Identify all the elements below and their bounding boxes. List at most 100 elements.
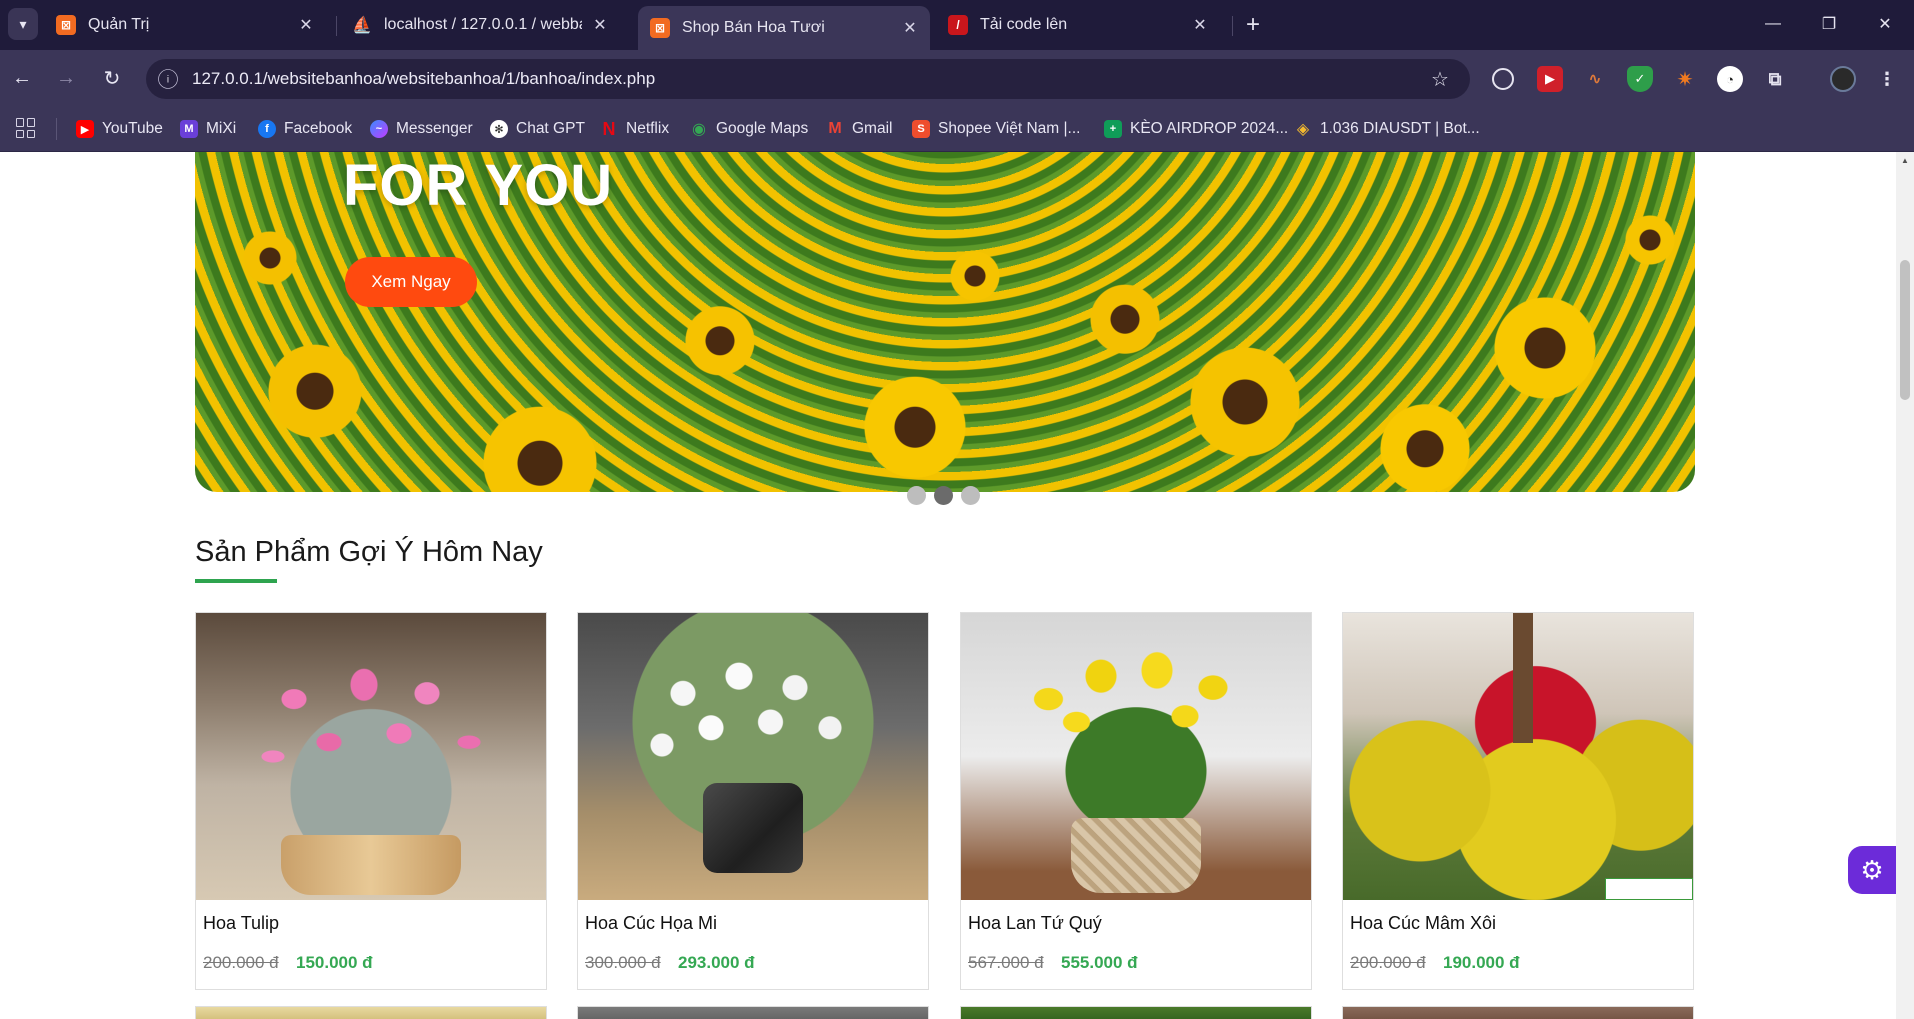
close-icon[interactable]: ✕: [1190, 15, 1210, 35]
product-image[interactable]: [1343, 613, 1693, 900]
product-image[interactable]: [578, 613, 928, 900]
tab-quan-tri[interactable]: ⊠ Quản Trị ✕: [44, 6, 326, 44]
tab-tai-code-len[interactable]: / Tải code lên ✕: [936, 6, 1220, 44]
xampp-icon: ⊠: [56, 15, 76, 35]
bookmark-airdrop-sheet[interactable]: + KÈO AIRDROP 2024...: [1104, 118, 1288, 140]
apps-grid-icon[interactable]: [16, 118, 36, 138]
product-card[interactable]: Hoa Lan Tứ Quý 567.000 đ 555.000 đ: [960, 612, 1312, 990]
scrollbar-thumb[interactable]: [1900, 260, 1910, 400]
page-icon: /: [948, 15, 968, 35]
bookmark-netflix[interactable]: N Netflix: [600, 118, 670, 140]
product-name[interactable]: Hoa Tulip: [203, 913, 279, 934]
tab-title: localhost / 127.0.0.1 / webbanh: [384, 16, 582, 33]
netflix-icon: N: [602, 118, 616, 139]
bookmark-label: Facebook: [284, 120, 353, 137]
tab-title: Shop Bán Hoa Tươi: [682, 19, 825, 36]
product-card-next-row[interactable]: [960, 1006, 1312, 1019]
facebook-icon: f: [258, 120, 276, 138]
product-price: 555.000 đ: [1061, 953, 1138, 972]
gmail-icon: M: [828, 120, 842, 137]
bookmark-google-maps[interactable]: ◉ Google Maps: [690, 118, 808, 140]
product-card-next-row[interactable]: [1342, 1006, 1694, 1019]
carousel-dot-3[interactable]: [961, 486, 980, 505]
restore-button[interactable]: ❐: [1801, 0, 1857, 48]
chatgpt-icon: ✻: [490, 120, 508, 138]
site-info-icon[interactable]: i: [158, 69, 178, 89]
tree-trunk: [1513, 613, 1533, 743]
profile-avatar[interactable]: [1830, 66, 1856, 92]
product-old-price: 567.000 đ: [968, 953, 1044, 972]
carousel-dot-2[interactable]: [934, 486, 953, 505]
close-window-button[interactable]: ✕: [1857, 0, 1913, 48]
product-card[interactable]: Hoa Cúc Mâm Xôi 200.000 đ 190.000 đ: [1342, 612, 1694, 990]
product-name[interactable]: Hoa Lan Tứ Quý: [968, 913, 1102, 934]
reload-button[interactable]: ↻: [98, 64, 126, 92]
product-old-price: 200.000 đ: [203, 953, 279, 972]
tab-title: Tải code lên: [980, 16, 1068, 33]
phpmyadmin-icon: ⛵: [352, 17, 372, 34]
product-card-next-row[interactable]: [195, 1006, 547, 1019]
product-image[interactable]: [961, 613, 1311, 900]
messenger-icon: ~: [370, 120, 388, 138]
product-card[interactable]: Hoa Tulip 200.000 đ 150.000 đ: [195, 612, 547, 990]
mixi-icon: M: [180, 120, 198, 138]
url-text[interactable]: 127.0.0.1/websitebanhoa/websitebanhoa/1/…: [192, 69, 1426, 89]
product-name[interactable]: Hoa Cúc Mâm Xôi: [1350, 913, 1496, 934]
forward-button[interactable]: →: [52, 64, 80, 92]
new-tab-button[interactable]: +: [1240, 11, 1266, 38]
bookmark-label: MiXi: [206, 120, 237, 137]
address-bar[interactable]: i 127.0.0.1/websitebanhoa/websitebanhoa/…: [146, 59, 1470, 99]
extension-chart-icon[interactable]: ◔: [1717, 66, 1743, 92]
extension-video-icon[interactable]: ▶: [1537, 66, 1563, 92]
extension-shield-icon[interactable]: ✓: [1627, 66, 1653, 92]
extension-spark-icon[interactable]: ✷: [1672, 66, 1698, 92]
close-icon[interactable]: ✕: [296, 15, 316, 35]
product-card-next-row[interactable]: [577, 1006, 929, 1019]
back-button[interactable]: ←: [8, 64, 36, 92]
carousel-dot-1[interactable]: [907, 486, 926, 505]
bookmarks-bar: ▶ YouTube M MiXi f Facebook ~ Messenger …: [0, 106, 1914, 152]
bookmark-binance-bot[interactable]: ◈ 1.036 DIAUSDT | Bot...: [1294, 118, 1480, 140]
menu-kebab-icon[interactable]: ⋮: [1874, 66, 1900, 92]
extension-clock-icon[interactable]: [1492, 68, 1514, 90]
bookmark-messenger[interactable]: ~ Messenger: [370, 118, 473, 140]
close-icon[interactable]: ✕: [590, 15, 610, 35]
tab-shop-ban-hoa-tuoi[interactable]: ⊠ Shop Bán Hoa Tươi ✕: [638, 6, 930, 50]
bookmark-label: 1.036 DIAUSDT | Bot...: [1320, 120, 1480, 137]
page-scrollbar[interactable]: ▲: [1896, 152, 1914, 1019]
tab-separator: [1232, 16, 1233, 36]
extensions-puzzle-icon[interactable]: ⧉: [1762, 66, 1788, 92]
youtube-icon: ▶: [76, 120, 94, 138]
scroll-up-arrow-icon[interactable]: ▲: [1900, 156, 1910, 166]
minimize-button[interactable]: —: [1745, 0, 1801, 48]
bookmark-youtube[interactable]: ▶ YouTube: [76, 118, 163, 140]
tab-search-button[interactable]: ▾: [8, 8, 38, 40]
extension-wave-icon[interactable]: ∿: [1582, 66, 1608, 92]
bookmark-label: Netflix: [626, 120, 670, 137]
shopee-icon: S: [912, 120, 930, 138]
bookmark-shopee[interactable]: S Shopee Việt Nam |...: [912, 118, 1080, 140]
bookmark-chat-gpt[interactable]: ✻ Chat GPT: [490, 118, 585, 140]
product-name[interactable]: Hoa Cúc Họa Mi: [585, 913, 717, 934]
carousel-dots: [907, 486, 980, 505]
product-price: 190.000 đ: [1443, 953, 1520, 972]
tab-phpmyadmin[interactable]: ⛵ localhost / 127.0.0.1 / webbanh ✕: [340, 6, 620, 44]
tab-bar: ▾ ⊠ Quản Trị ✕ ⛵ localhost / 127.0.0.1 /…: [0, 0, 1914, 50]
product-card[interactable]: Hoa Cúc Họa Mi 300.000 đ 293.000 đ: [577, 612, 929, 990]
section-title: Sản Phẩm Gợi Ý Hôm Nay: [195, 536, 543, 568]
settings-gear-icon[interactable]: ⚙: [1848, 846, 1896, 894]
sheets-icon: +: [1104, 120, 1122, 138]
bookmark-facebook[interactable]: f Facebook: [258, 118, 352, 140]
bookmark-gmail[interactable]: M Gmail: [826, 118, 892, 140]
product-image[interactable]: [196, 613, 546, 900]
bookmark-star-icon[interactable]: ☆: [1426, 65, 1454, 93]
hero-cta-button[interactable]: Xem Ngay: [345, 257, 477, 307]
close-icon[interactable]: ✕: [900, 18, 920, 38]
tab-separator: [336, 16, 337, 36]
bookmark-mixi[interactable]: M MiXi: [180, 118, 236, 140]
bookmark-label: Chat GPT: [516, 120, 585, 137]
flower-pot: [281, 835, 461, 895]
flower-pot: [1071, 818, 1201, 893]
bookmark-label: KÈO AIRDROP 2024...: [1130, 120, 1289, 137]
maps-icon: ◉: [692, 121, 706, 138]
